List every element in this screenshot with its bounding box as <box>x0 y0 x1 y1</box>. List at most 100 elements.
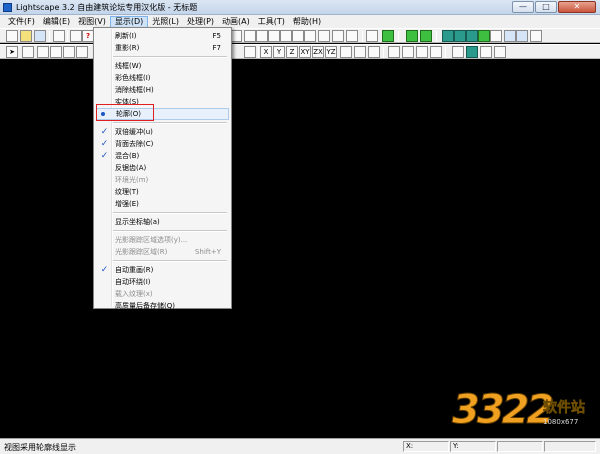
menu-animation[interactable]: 动画(A) <box>218 16 254 28</box>
display-menu-item[interactable]: 反锯齿(A) <box>96 162 229 174</box>
globe-icon[interactable] <box>466 46 478 58</box>
menu-bar: 文件(F) 编辑(E) 视图(V) 显示(D) 光照(L) 处理(P) 动画(A… <box>0 15 600 28</box>
menu-separator <box>113 260 227 262</box>
daylight-icon[interactable] <box>416 46 428 58</box>
refresh-view-icon[interactable] <box>304 30 316 42</box>
render-icon[interactable] <box>504 30 516 42</box>
solution-icon[interactable] <box>454 30 466 42</box>
rotate-icon[interactable] <box>292 30 304 42</box>
menu-help[interactable]: 帮助(H) <box>289 16 325 28</box>
menu-item-label: 反锯齿(A) <box>115 164 147 172</box>
walk-icon[interactable] <box>280 30 292 42</box>
close-button[interactable]: ✕ <box>558 1 596 13</box>
display-menu-item[interactable]: ✓ 背面去除(C) <box>96 138 229 150</box>
minimize-button[interactable]: — <box>512 1 534 13</box>
init-icon[interactable] <box>478 30 490 42</box>
display-menu-item[interactable]: 自动环绕(I) <box>96 276 229 288</box>
display-menu-item[interactable]: 消除线框(H) <box>96 84 229 96</box>
display-menu-item[interactable]: 纹理(T) <box>96 186 229 198</box>
menu-separator <box>113 122 227 124</box>
menu-file[interactable]: 文件(F) <box>4 16 39 28</box>
spotlight-icon[interactable] <box>402 46 414 58</box>
axis-z-button[interactable]: Z <box>286 46 298 58</box>
watermark-site-name: 软件站 <box>543 400 586 417</box>
display-menu-item[interactable]: 显示坐标轴(a) <box>96 216 229 228</box>
layer-icon[interactable] <box>366 30 378 42</box>
status-extra-field <box>544 441 596 452</box>
axis-x-button[interactable]: X <box>260 46 272 58</box>
print-icon[interactable] <box>70 30 82 42</box>
luminaire-icon[interactable] <box>420 30 432 42</box>
menu-item-label: 双倍缓冲(u) <box>115 128 153 136</box>
process-icon[interactable] <box>442 30 454 42</box>
display-menu-item: 光影跟踪区域(R) Shift+Y <box>96 246 229 258</box>
open-folder-icon[interactable] <box>20 30 32 42</box>
orbit-icon[interactable] <box>268 30 280 42</box>
display-menu-item[interactable]: 高质量后备存储(Q) <box>96 300 229 312</box>
display-menu-dropdown: 刷新(I) F5 重影(R) F7 线框(W) 彩色线框(I) 消除线框(H) 实体(S) 轮廓… <box>93 27 232 312</box>
checkmark-icon: ✓ <box>100 265 109 275</box>
menu-item-shortcut: Shift+Y <box>194 248 221 256</box>
select-tool-icon[interactable] <box>22 46 34 58</box>
zoom-all-icon[interactable] <box>332 30 344 42</box>
checkmark-icon: ✓ <box>100 151 109 161</box>
viewport-canvas[interactable] <box>0 60 600 438</box>
display-menu-item: 环境光(m) <box>96 174 229 186</box>
measure-icon[interactable] <box>368 46 380 58</box>
plane-zx-button[interactable]: ZX <box>312 46 324 58</box>
block-icon[interactable] <box>406 30 418 42</box>
pan-icon[interactable] <box>244 30 256 42</box>
window-title: Lightscape 3.2 自由建筑论坛专用汉化版 - 无标题 <box>16 3 198 12</box>
display-menu-item[interactable]: ✓ 自动重画(R) <box>96 264 229 276</box>
snap-icon[interactable] <box>340 46 352 58</box>
plane-xy-button[interactable]: XY <box>299 46 311 58</box>
zoom-extents-icon[interactable] <box>318 30 330 42</box>
material-icon[interactable] <box>382 30 394 42</box>
select-orbit-icon[interactable] <box>76 46 88 58</box>
display-menu-item[interactable]: 线框(W) <box>96 60 229 72</box>
display-menu-item[interactable]: 增强(E) <box>96 198 229 210</box>
view-toolbar: ➤ X Y Z XY ZX YZ <box>0 44 600 59</box>
paint-icon[interactable] <box>494 46 506 58</box>
mesh-icon[interactable] <box>466 30 478 42</box>
menu-separator <box>113 230 227 232</box>
display-menu-item[interactable]: ✓ 双倍缓冲(u) <box>96 126 229 138</box>
display-menu-item[interactable]: 重影(R) F7 <box>96 42 229 54</box>
light-source-icon[interactable] <box>388 46 400 58</box>
plane-yz-button[interactable]: YZ <box>325 46 337 58</box>
display-menu-item[interactable]: 刷新(I) F5 <box>96 30 229 42</box>
checkmark-icon: ✓ <box>100 127 109 137</box>
save-icon[interactable] <box>34 30 46 42</box>
menu-process[interactable]: 处理(P) <box>183 16 218 28</box>
display-menu-item[interactable]: 彩色线框(I) <box>96 72 229 84</box>
display-menu-item[interactable]: ✓ 混合(B) <box>96 150 229 162</box>
raytrace-icon[interactable] <box>516 30 528 42</box>
select-arrow-icon[interactable]: ➤ <box>6 46 18 58</box>
menu-item-label: 线框(W) <box>115 62 142 70</box>
select-pan-icon[interactable] <box>63 46 75 58</box>
cut-icon[interactable] <box>53 30 65 42</box>
edit-surface-icon[interactable] <box>480 46 492 58</box>
menu-display[interactable]: 显示(D) <box>109 15 149 28</box>
checkmark-icon: ✓ <box>100 139 109 149</box>
menu-edit[interactable]: 编辑(E) <box>39 16 74 28</box>
maximize-button[interactable]: □ <box>535 1 557 13</box>
menu-item-label: 刷新(I) <box>115 32 137 40</box>
select-window-icon[interactable] <box>37 46 49 58</box>
axis-y-button[interactable]: Y <box>273 46 285 58</box>
stop-icon[interactable] <box>490 30 502 42</box>
ortho-icon[interactable] <box>354 46 366 58</box>
select-zoom-icon[interactable] <box>50 46 62 58</box>
lamp-icon[interactable] <box>430 46 442 58</box>
stats-icon[interactable] <box>530 30 542 42</box>
front-view-icon[interactable] <box>346 30 358 42</box>
menu-item-label: 消除线框(H) <box>115 86 154 94</box>
zoom-icon[interactable] <box>256 30 268 42</box>
camera-icon[interactable] <box>244 46 256 58</box>
new-file-icon[interactable] <box>6 30 18 42</box>
menu-item-shortcut: F5 <box>212 32 221 40</box>
menu-view[interactable]: 视图(V) <box>74 16 110 28</box>
menu-tools[interactable]: 工具(T) <box>254 16 289 28</box>
menu-light[interactable]: 光照(L) <box>148 16 183 28</box>
layers-icon[interactable] <box>452 46 464 58</box>
